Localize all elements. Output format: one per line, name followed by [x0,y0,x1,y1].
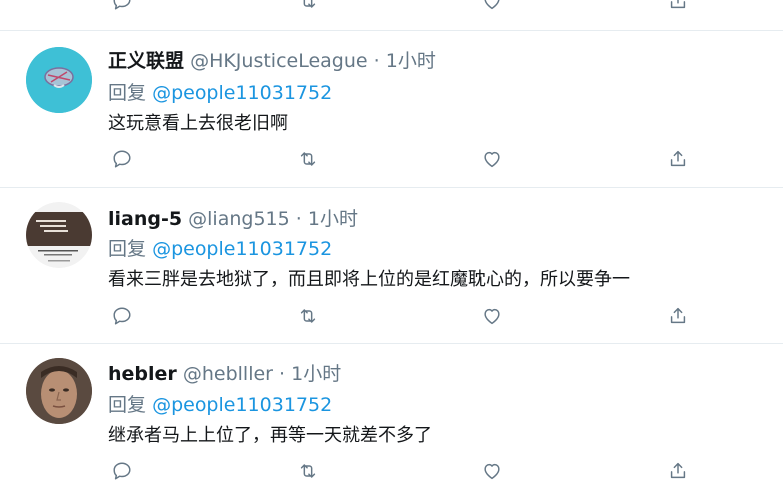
retweet-icon[interactable] [294,302,322,330]
tweet-header: liang-5 @liang515 · 1小时 [108,204,358,231]
retweet-icon[interactable] [294,0,322,15]
tweet[interactable]: hebler @heblller · 1小时 回复 @people1103175… [0,344,783,504]
reply-icon[interactable] [108,302,136,330]
share-icon[interactable] [664,457,692,485]
like-icon[interactable] [478,302,506,330]
mention-link[interactable]: @people11031752 [152,82,332,104]
reply-context: 回复 @people11031752 [108,234,332,261]
tweet-actions [108,302,708,330]
reply-icon[interactable] [108,0,136,15]
separator-dot: · [295,208,302,230]
user-handle[interactable]: @liang515 [188,208,290,230]
display-name[interactable]: hebler [108,363,177,385]
share-icon[interactable] [664,145,692,173]
tweet-header: hebler @heblller · 1小时 [108,359,341,386]
share-icon[interactable] [664,0,692,15]
tweet[interactable]: liang-5 @liang515 · 1小时 回复 @people110317… [0,188,783,344]
avatar[interactable] [26,202,92,268]
timestamp[interactable]: 1小时 [386,50,436,72]
like-icon[interactable] [478,145,506,173]
reply-prefix: 回复 [108,238,147,260]
retweet-icon[interactable] [294,457,322,485]
face-photo-icon [26,358,92,424]
avatar[interactable] [26,47,92,113]
tweet-text: 看来三胖是去地狱了，而且即将上位的是红魔耽心的，所以要争一 [108,269,630,290]
reply-context: 回复 @people11031752 [108,78,332,105]
previous-tweet-actions [0,0,783,31]
tweet-header: 正义联盟 @HKJusticeLeague · 1小时 [108,46,436,73]
reply-prefix: 回复 [108,82,147,104]
user-handle[interactable]: @HKJusticeLeague [190,50,368,72]
reply-context: 回复 @people11031752 [108,390,332,417]
avatar[interactable] [26,358,92,424]
user-handle[interactable]: @heblller [183,363,273,385]
display-name[interactable]: 正义联盟 [108,50,184,72]
timestamp[interactable]: 1小时 [291,363,341,385]
share-icon[interactable] [664,302,692,330]
reply-icon[interactable] [108,145,136,173]
tweet-text: 继承者马上上位了，再等一天就差不多了 [108,425,432,446]
reply-prefix: 回复 [108,394,147,416]
tweet-actions [108,457,708,485]
reply-icon[interactable] [108,457,136,485]
tweet-actions [108,145,708,173]
separator-dot: · [279,363,286,385]
globe-logo-icon [26,47,92,113]
mention-link[interactable]: @people11031752 [152,238,332,260]
like-icon[interactable] [478,457,506,485]
mention-link[interactable]: @people11031752 [152,394,332,416]
timeline-feed: 正义联盟 @HKJusticeLeague · 1小时 回复 @people11… [0,0,783,504]
separator-dot: · [373,50,380,72]
book-cover-icon [26,202,92,268]
display-name[interactable]: liang-5 [108,208,182,230]
timestamp[interactable]: 1小时 [308,208,358,230]
like-icon[interactable] [478,0,506,15]
retweet-icon[interactable] [294,145,322,173]
tweet[interactable]: 正义联盟 @HKJusticeLeague · 1小时 回复 @people11… [0,31,783,188]
tweet-text: 这玩意看上去很老旧啊 [108,113,288,134]
